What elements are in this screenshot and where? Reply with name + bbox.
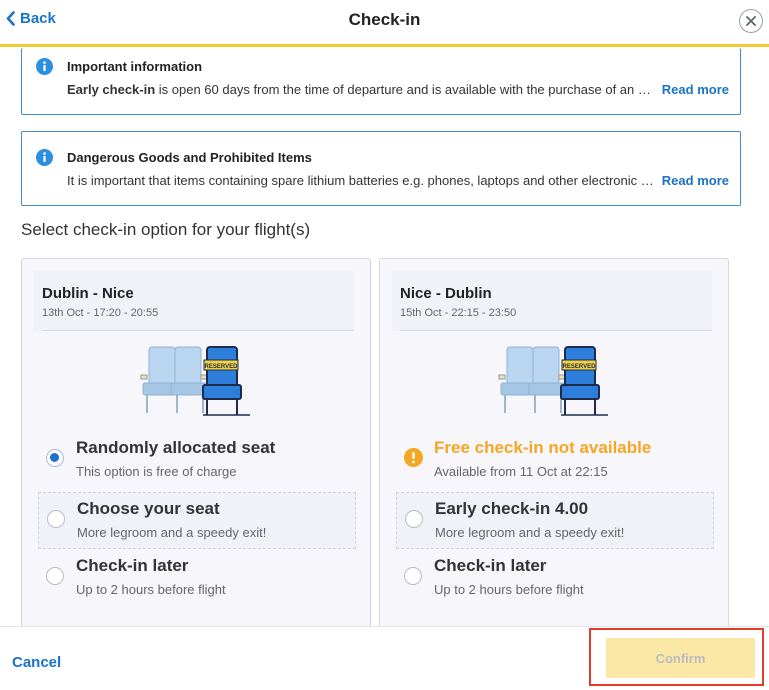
option-sub: This option is free of charge [76,464,237,479]
close-button[interactable] [739,9,763,33]
flight-route: Nice - Dublin [400,285,492,302]
flight-card-return: Nice - Dublin 15th Oct - 22:15 - 23:50 R… [379,258,729,640]
seats-illustration-icon: RESERVED [498,346,608,416]
read-more-link[interactable]: Read more [662,82,729,97]
radio-selected[interactable] [46,449,64,467]
flight-time: 15th Oct - 22:15 - 23:50 [400,307,517,319]
option-label: Check-in later [434,556,547,575]
dangerous-goods-box: Dangerous Goods and Prohibited Items It … [21,131,741,206]
important-info-box: Important information Early check-in is … [21,48,741,115]
read-more-link[interactable]: Read more [662,173,729,188]
flight-card-outbound: Dublin - Nice 13th Oct - 17:20 - 20:55 R… [21,258,371,640]
option-sub: More legroom and a speedy exit! [77,525,267,540]
radio[interactable] [47,510,65,528]
info-icon [36,58,53,75]
seats-illustration-icon: RESERVED [140,346,250,416]
option-label: Early check-in 4.00 [435,499,589,518]
divider [400,330,712,331]
info-text-rest: is open 60 days from the time of departu… [158,82,657,97]
option-label: Choose your seat [77,499,220,518]
option-label: Randomly allocated seat [76,438,276,457]
cancel-button[interactable]: Cancel [12,654,61,671]
flight-time: 13th Oct - 17:20 - 20:55 [42,307,159,319]
option-sub: More legroom and a speedy exit! [435,525,625,540]
radio[interactable] [46,567,64,585]
option-sub: Available from 11 Oct at 22:15 [434,464,608,479]
info-text: Early check-in is open 60 days from the … [67,82,657,97]
option-check-in-later[interactable]: Check-in later Up to 2 hours before flig… [396,550,712,605]
section-title: Select check-in option for your flight(s… [21,220,311,239]
option-random-seat[interactable]: Randomly allocated seat This option is f… [38,432,354,487]
reserved-badge: RESERVED [563,364,597,370]
notice-free-check-in-unavailable: Free check-in not available Available fr… [396,432,712,487]
option-label: Free check-in not available [434,438,652,457]
info-text: It is important that items containing sp… [67,173,657,188]
page-title: Check-in [348,10,421,29]
info-text-bold: Early check-in [67,82,156,97]
close-icon [746,16,756,26]
flight-route: Dublin - Nice [42,285,134,302]
divider [42,330,354,331]
info-title: Important information [67,59,203,74]
option-sub: Up to 2 hours before flight [76,582,226,597]
option-check-in-later[interactable]: Check-in later Up to 2 hours before flig… [38,550,354,605]
confirm-button[interactable]: Confirm [606,638,755,678]
radio[interactable] [405,510,423,528]
option-sub: Up to 2 hours before flight [434,582,584,597]
warning-icon [404,448,423,467]
info-icon [36,149,53,166]
option-label: Check-in later [76,556,189,575]
footer-bar: Cancel Confirm [0,626,769,690]
radio[interactable] [404,567,422,585]
option-choose-seat[interactable]: Choose your seat More legroom and a spee… [38,492,356,549]
option-early-check-in[interactable]: Early check-in 4.00 More legroom and a s… [396,492,714,549]
info-title: Dangerous Goods and Prohibited Items [67,150,312,165]
reserved-badge: RESERVED [205,364,239,370]
top-bar: Back Check-in [0,0,769,47]
